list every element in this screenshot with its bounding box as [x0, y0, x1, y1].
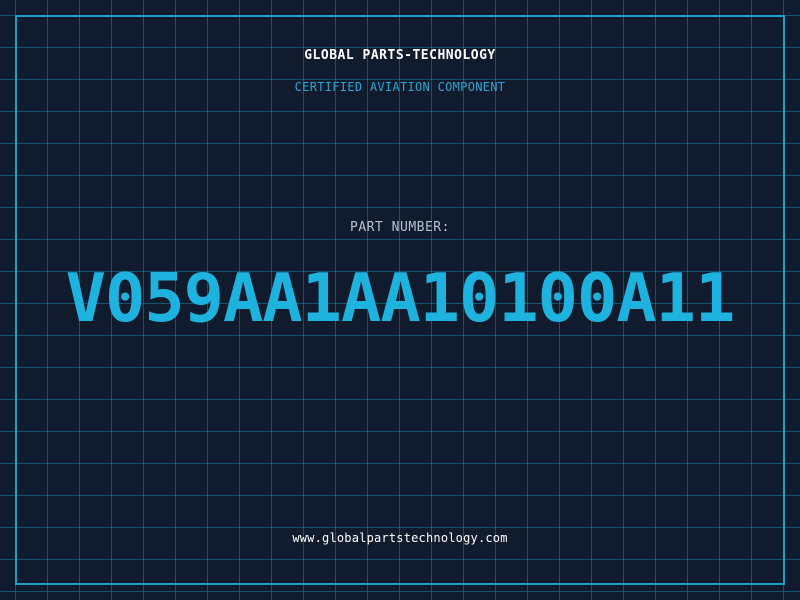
part-number-value: V059AA1AA10100A11 — [65, 259, 736, 337]
part-number-label: PART NUMBER: — [350, 220, 450, 235]
certification-subtitle: CERTIFIED AVIATION COMPONENT — [294, 80, 506, 94]
website-url: www.globalpartstechnology.com — [292, 531, 508, 545]
company-name: GLOBAL PARTS-TECHNOLOGY — [304, 48, 496, 63]
